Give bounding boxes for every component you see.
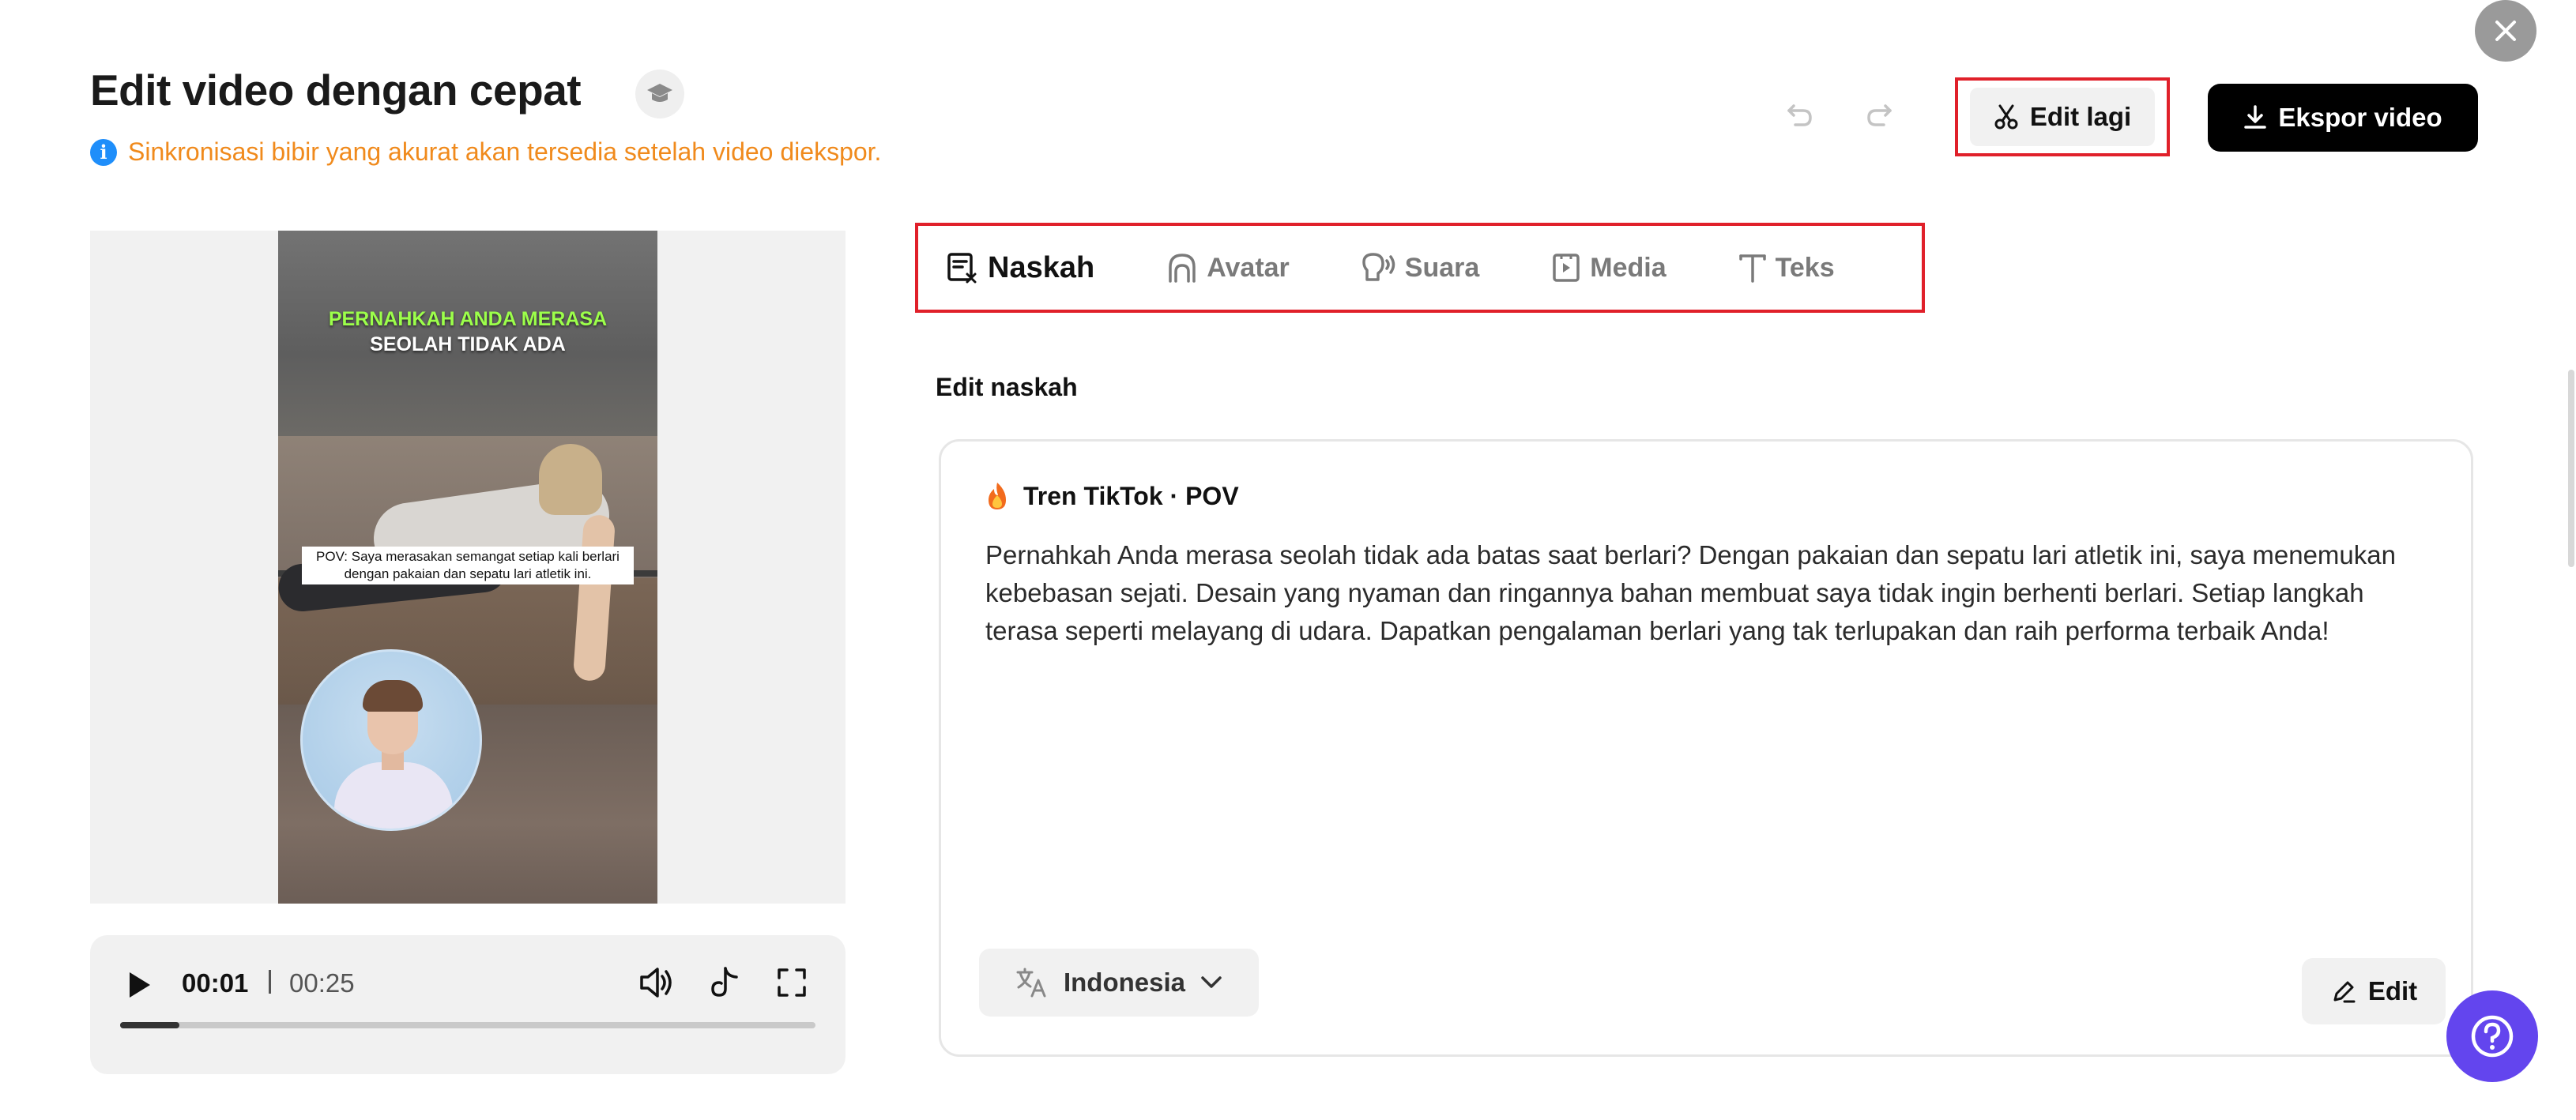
section-title: Edit naskah [936,373,1078,401]
language-label: Indonesia [1063,968,1186,997]
script-template-header: Tren TikTok · POV [985,481,1239,511]
avatar-bubble [300,649,482,831]
edit-again-highlight: Edit lagi [1955,77,2170,156]
close-button[interactable] [2475,0,2536,62]
volume-icon [640,968,672,998]
tab-naskah-label: Naskah [988,250,1095,284]
play-button[interactable] [125,970,153,1004]
video-caption: POV: Saya merasakan semangat setiap kali… [302,547,634,584]
tab-media[interactable]: Media [1550,251,1666,284]
question-icon [2471,1015,2514,1058]
export-video-label: Ekspor video [2278,103,2442,132]
script-template-name: Tren TikTok · POV [1023,481,1239,510]
total-time: 00:25 [289,968,355,998]
pencil-icon [2333,981,2356,1003]
video-headline-line2: SEOLAH TIDAK ADA [370,333,566,355]
tab-suara-label: Suara [1404,252,1480,283]
video-headline-line1: PERNAHKAH ANDA MERASA [328,308,608,330]
video-preview[interactable]: PERNAHKAH ANDA MERASA SEOLAH TIDAK ADA P… [278,231,657,904]
text-icon [1738,254,1766,283]
translate-icon [1016,968,1046,998]
voice-icon [1362,253,1395,281]
fullscreen-button[interactable] [776,967,808,1002]
current-time: 00:01 [182,968,249,998]
tiktok-icon [711,967,738,997]
redo-icon [1867,104,1892,126]
tab-teks[interactable]: Teks [1738,251,1835,284]
info-icon: i [90,138,117,166]
video-person-hair [539,444,602,515]
scrollbar-thumb[interactable] [2568,370,2574,567]
info-notice: i Sinkronisasi bibir yang akurat akan te… [90,137,881,167]
progress-track[interactable] [120,1022,815,1028]
edit-script-label: Edit [2367,976,2418,1005]
tutorial-button[interactable] [635,70,684,118]
edit-again-button[interactable]: Edit lagi [1969,88,2156,146]
editor-tabs: Naskah Avatar Suara Media Teks [915,223,1925,313]
chevron-down-icon [1201,976,1222,988]
tiktok-button[interactable] [708,965,741,1004]
close-icon [2495,21,2516,41]
video-player-controls: 00:01 00:25 [90,935,845,1074]
scissors-icon [1994,104,2018,130]
avatar-icon [1169,254,1196,283]
time-separator [269,970,271,994]
export-video-button[interactable]: Ekspor video [2208,84,2478,152]
edit-script-button[interactable]: Edit [2302,958,2446,1024]
script-card: Tren TikTok · POV Pernahkah Anda merasa … [939,439,2473,1057]
media-icon [1553,254,1580,282]
help-button[interactable] [2446,990,2538,1082]
tab-naskah[interactable]: Naskah [945,250,1094,285]
script-text[interactable]: Pernahkah Anda merasa seolah tidak ada b… [985,536,2423,650]
volume-button[interactable] [638,965,675,1004]
avatar-shirt [334,762,453,829]
video-headline: PERNAHKAH ANDA MERASA SEOLAH TIDAK ADA [278,306,657,357]
avatar-hair [363,680,423,712]
tab-teks-label: Teks [1775,252,1835,283]
language-select[interactable]: Indonesia [979,949,1259,1017]
info-text: Sinkronisasi bibir yang akurat akan ters… [128,137,882,166]
tab-suara[interactable]: Suara [1361,251,1480,284]
page-title: Edit video dengan cepat [90,66,582,115]
undo-icon [1787,104,1812,126]
tab-media-label: Media [1590,252,1666,283]
play-icon [130,972,150,998]
graduation-cap-icon [647,84,672,102]
undo-button[interactable] [1784,100,1816,135]
edit-again-label: Edit lagi [2029,102,2132,131]
tab-avatar[interactable]: Avatar [1166,251,1290,284]
tab-avatar-label: Avatar [1207,252,1290,283]
script-icon [947,253,977,284]
download-icon [2244,105,2267,129]
redo-button[interactable] [1863,100,1895,135]
progress-fill [120,1022,179,1028]
fire-icon [989,483,1006,509]
fullscreen-icon [778,968,806,997]
